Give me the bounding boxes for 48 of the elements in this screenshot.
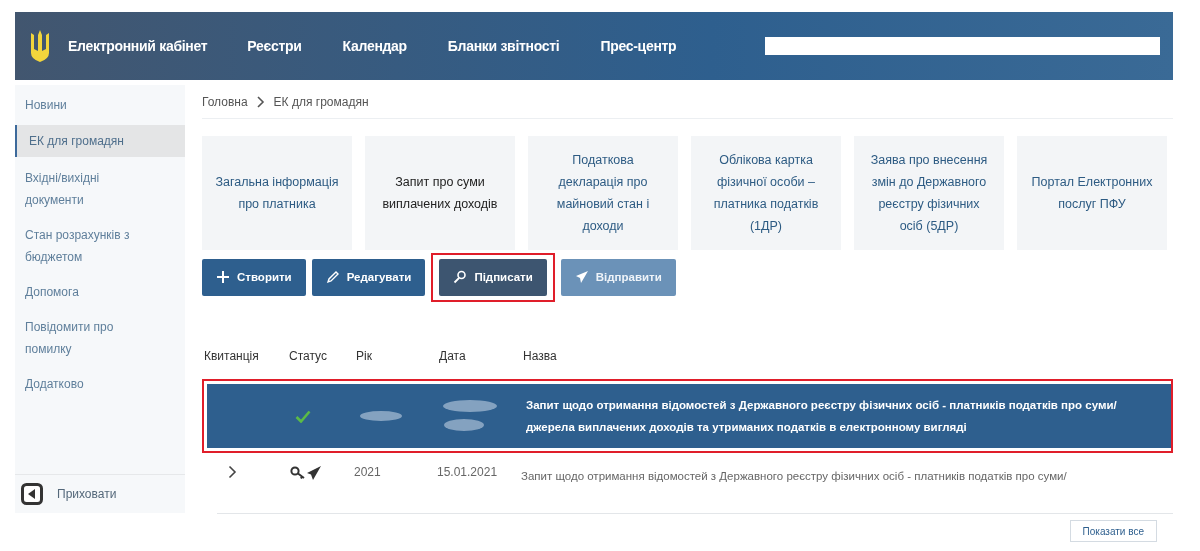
column-header[interactable]: Квитанція — [202, 349, 289, 363]
show-all-button[interactable]: Показати все — [1069, 520, 1157, 542]
table-cell: 15.01.2021 — [437, 465, 498, 479]
search-field[interactable] — [765, 37, 1160, 55]
blurred-mark-icon — [359, 409, 403, 423]
sign-button[interactable]: Підписати — [439, 258, 547, 296]
sidebar-item[interactable]: ЕК для громадян — [15, 125, 185, 157]
edit-button[interactable]: Редагувати — [311, 258, 426, 296]
breadcrumb-link[interactable]: Головна — [202, 94, 248, 109]
sidebar-item[interactable]: Новини — [15, 90, 185, 125]
plus-icon — [216, 270, 230, 284]
search-icon — [453, 270, 468, 284]
collapse-icon — [21, 483, 43, 505]
hide-link[interactable]: Приховати — [57, 487, 117, 501]
service-card[interactable]: Портал Електронних послуг ПФУ — [1017, 136, 1167, 250]
sidebar-item[interactable]: Допомога — [15, 277, 185, 312]
service-card[interactable]: Заява про внесення змін до Державного реєстру фізичних осіб (5ДР) — [854, 136, 1004, 250]
key-and-plane-icon — [290, 465, 322, 481]
sidebar-item[interactable]: Додатково — [15, 369, 185, 404]
nav-link[interactable]: Прес-центр — [600, 38, 677, 54]
nav-link[interactable]: Календар — [342, 38, 407, 54]
breadcrumb-link[interactable]: ЕК для громадян — [273, 94, 369, 109]
table-cell-text: Запит щодо отримання відомостей з Державного реєстру фізичних осіб - платників податків про суми/ джерела виплачених доходів та утриманих податків в електронному вигляді — [526, 398, 1118, 435]
chevron-icon — [256, 95, 265, 108]
service-card[interactable]: Податкова декларація про майновий стан і доходи — [528, 136, 678, 250]
sidebar-item[interactable]: Повідомити про помилку — [15, 312, 185, 369]
service-card[interactable]: Облікова картка фізичної особи – платника податків (1ДР) — [691, 136, 841, 250]
table-row[interactable]: Запит щодо отримання відомостей з Державного реєстру фізичних осіб - платників податків про суми/ джерела виплачених доходів та утриманих податків в електронному вигляді — [207, 384, 1171, 448]
nav-link[interactable]: Реєстри — [247, 38, 302, 54]
create-button[interactable]: Створити — [202, 258, 306, 296]
paper-plane-icon — [574, 270, 589, 284]
nav-link[interactable]: Бланки звітності — [447, 38, 560, 54]
service-card[interactable]: Запит про суми виплачених доходів — [365, 136, 515, 250]
sidebar-item[interactable]: Стан розрахунків з бюджетом — [15, 220, 185, 277]
table-cell-text: Запит щодо отримання відомостей з Державного реєстру фізичних осіб - платників податків про суми/ — [521, 469, 1068, 484]
trident-icon — [29, 29, 51, 63]
pencil-icon — [325, 270, 340, 284]
table-row[interactable]: 2021 15.01.2021 Запит щодо отримання відомостей з Державного реєстру фізичних осіб - платників податків про суми/ — [202, 459, 1173, 513]
column-header[interactable]: Статус — [289, 349, 356, 363]
column-header[interactable]: Назва — [523, 349, 1173, 363]
sidebar-item[interactable]: Вхідні/вихідні документи — [15, 163, 185, 220]
checkmark-icon — [295, 409, 311, 423]
table-cell: 2021 — [354, 465, 381, 479]
column-header[interactable]: Рік — [356, 349, 439, 363]
service-card[interactable]: Загальна інформація про платника — [202, 136, 352, 250]
site-title[interactable]: Електронний кабінет — [68, 38, 208, 54]
column-header[interactable]: Дата — [439, 349, 523, 363]
chevron-icon — [227, 465, 237, 479]
